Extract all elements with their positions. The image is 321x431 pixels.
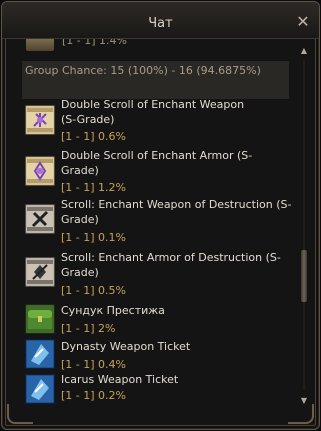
scroll-thumb[interactable] [301,250,307,302]
enchant-weapon-scroll-icon [25,105,55,135]
item-meta: [1 - 1] 0.4% [61,358,126,371]
list-item[interactable]: Icarus Weapon Ticket [1 - 1] 0.2% [22,372,293,410]
list-item[interactable]: Double Scroll of Enchant Weapon (S-Grade… [22,97,293,147]
item-meta: [1 - 1] 0.6% [61,130,126,143]
group-chance-header: Group Chance: 15 (100%) - 16 (94.6875%) [22,61,289,99]
list-item[interactable]: Scroll: Enchant Armor of Destruction (S-… [22,250,293,302]
drop-list[interactable]: [1 - 1] 1.4% Group Chance: 15 (100%) - 1… [22,39,293,411]
item-name: Scroll: Enchant Armor of Destruction (S-… [61,251,281,279]
chat-window: Чат ✕ [1 - 1] 1.4% Group Chance: 15 (100… [1,1,320,430]
item-name: Double Scroll of Enchant Armor (S-Grade) [61,149,253,177]
list-item-partial: [1 - 1] 1.4% [22,39,293,51]
item-name: Dynasty Weapon Ticket [61,340,191,353]
item-meta: [1 - 1] 2% [61,322,116,335]
item-meta: [1 - 1] 1.4% [62,39,127,47]
item-icon [26,39,54,51]
item-name: Scroll: Enchant Weapon of Destruction (S… [61,198,292,226]
item-meta: [1 - 1] 0.5% [61,284,126,297]
blue-ticket-icon [25,374,55,404]
item-meta: [1 - 1] 0.1% [61,231,126,244]
window-title: Чат [148,16,173,31]
title-bar: Чат ✕ [2,2,319,39]
close-icon[interactable]: ✕ [295,14,311,30]
item-meta: [1 - 1] 1.2% [61,181,126,194]
list-item[interactable]: Dynasty Weapon Ticket [1 - 1] 0.4% [22,339,293,375]
list-item[interactable]: Scroll: Enchant Weapon of Destruction (S… [22,197,293,249]
destruction-weapon-scroll-icon [25,204,55,234]
scroll-up-icon[interactable]: ▲ [299,46,309,56]
destruction-armor-scroll-icon [25,257,55,287]
enchant-armor-scroll-icon [25,156,55,186]
item-name: Double Scroll of Enchant Weapon (S-Grade… [61,98,245,126]
scrollbar[interactable]: ▲ ▼ [300,46,308,406]
item-name: Icarus Weapon Ticket [61,373,179,386]
scroll-down-icon[interactable]: ▼ [299,396,309,406]
green-chest-icon [25,304,55,334]
item-name: Сундук Престижа [61,304,165,317]
scroll-track[interactable] [303,60,305,390]
list-item[interactable]: Double Scroll of Enchant Armor (S-Grade)… [22,148,293,198]
item-meta: [1 - 1] 0.2% [61,389,126,402]
blue-ticket-icon [25,339,55,369]
list-item[interactable]: Сундук Престижа [1 - 1] 2% [22,303,293,339]
